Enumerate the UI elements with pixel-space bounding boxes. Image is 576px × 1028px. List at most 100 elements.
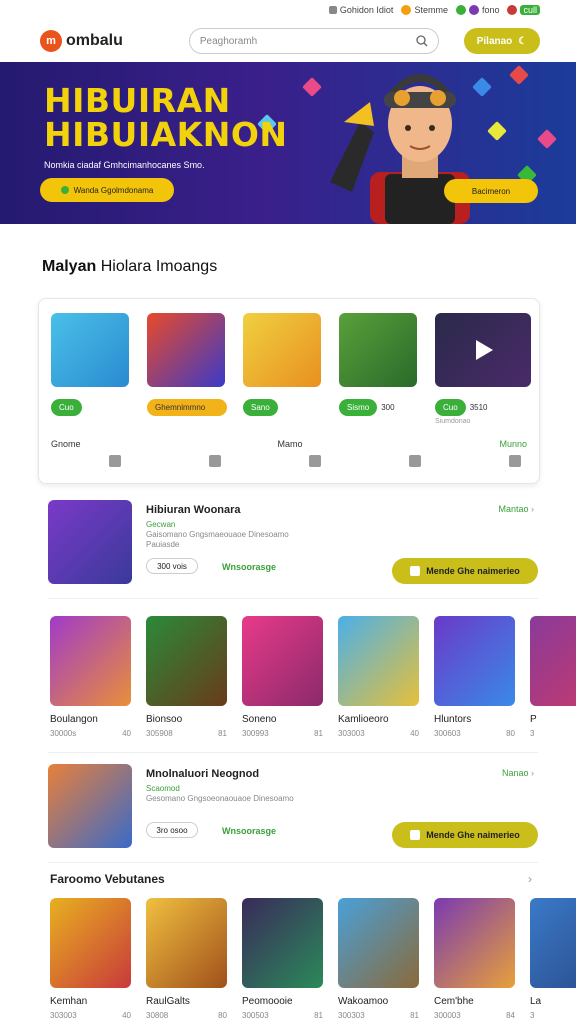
util-item[interactable]: fono <box>455 5 500 15</box>
price-badge: Sano <box>243 399 278 416</box>
gift-icon[interactable] <box>409 455 421 467</box>
hero-primary-button[interactable]: Wanda Ggolmdonama <box>40 178 174 202</box>
game-thumbnail[interactable] <box>339 313 417 387</box>
price-badge: Cuo <box>435 399 466 416</box>
chat-icon[interactable] <box>309 455 321 467</box>
game-card[interactable]: La 3 <box>530 898 576 1028</box>
panel-game-card[interactable]: Cuo <box>51 313 129 416</box>
share-icon[interactable] <box>109 455 121 467</box>
hero-secondary-button[interactable]: Bacimeron <box>444 179 538 203</box>
game-thumbnail[interactable] <box>434 898 515 988</box>
game-count: 30000s <box>50 729 77 738</box>
panel-note: Siumdonao <box>435 418 471 425</box>
window-icon <box>328 6 337 14</box>
featured-description: Gesomano Gngsoeonaouaoe Dinesoamo <box>146 794 294 803</box>
divider <box>48 862 538 863</box>
panel-game-card[interactable]: Sismo 300 <box>339 313 417 416</box>
game-thumbnail[interactable] <box>530 898 576 988</box>
game-count: 3 <box>530 1011 535 1020</box>
game-meta: 30000s 40 <box>50 729 131 738</box>
game-meta: 3 <box>530 1011 576 1020</box>
game-card[interactable]: Wakoamoo 300303 81 <box>338 898 419 1028</box>
game-thumbnail[interactable] <box>530 616 576 706</box>
game-thumbnail[interactable] <box>146 616 227 706</box>
game-count: 303003 <box>50 1011 77 1020</box>
util-item[interactable]: cull <box>507 5 540 15</box>
game-name: RaulGalts <box>146 996 190 1007</box>
price-side-label: 300 <box>381 403 395 412</box>
util-item[interactable]: Gohidon Idiot <box>328 5 393 15</box>
gem-icon <box>509 65 529 85</box>
more-icon[interactable] <box>509 455 521 467</box>
featured-more-link[interactable]: Nanao › <box>502 768 534 778</box>
game-card[interactable]: P3 <box>530 616 576 746</box>
chevron-right-icon[interactable]: › <box>528 872 532 886</box>
logo-mark: m <box>40 30 62 52</box>
game-card[interactable]: RaulGalts 30808 80 <box>146 898 227 1028</box>
search-icon[interactable] <box>416 35 428 47</box>
featured-thumbnail[interactable] <box>48 764 132 848</box>
game-thumbnail[interactable] <box>147 313 225 387</box>
more-label: Nanao <box>501 768 529 778</box>
header-cta-button[interactable]: Pilanao ☾ <box>464 28 540 54</box>
featured-count-pill: 3ro osoo <box>146 822 198 838</box>
game-card[interactable]: Boulangon 30000s 40 <box>50 616 131 746</box>
game-thumbnail[interactable] <box>434 616 515 706</box>
game-thumbnail[interactable] <box>242 616 323 706</box>
game-thumbnail[interactable] <box>338 616 419 706</box>
game-card[interactable]: Bionsoo 305908 81 <box>146 616 227 746</box>
game-card[interactable]: Kamlioeoro 303003 40 <box>338 616 419 746</box>
game-count: 300993 <box>242 729 269 738</box>
game-card[interactable]: Hluntors 300603 80 <box>434 616 515 746</box>
game-thumbnail[interactable] <box>51 313 129 387</box>
avatar <box>468 5 479 15</box>
featured-thumbnail[interactable] <box>48 500 132 584</box>
section-title: Malyan Hiolara Imoangs <box>42 258 217 276</box>
util-item[interactable]: Stemme <box>401 5 448 15</box>
game-count: 3 <box>530 729 535 738</box>
featured-title[interactable]: Mnolnaluori Neognod <box>146 768 259 780</box>
play-icon[interactable] <box>470 337 496 363</box>
logo[interactable]: m ombalu <box>40 30 123 52</box>
status-icon <box>455 5 466 15</box>
search-input[interactable]: Peaghoramh <box>188 28 439 54</box>
game-card[interactable]: Cem'bhe 300003 84 <box>434 898 515 1028</box>
util-label: Stemme <box>414 5 448 15</box>
price-badge: Cuo <box>51 399 82 416</box>
video-thumbnail[interactable] <box>435 313 531 387</box>
more-label: Mantao <box>498 504 529 514</box>
featured-cta-button[interactable]: Mende Ghe naimerieo <box>392 558 538 584</box>
featured-title[interactable]: Hibiuran Woonara <box>146 504 241 516</box>
game-thumbnail[interactable] <box>243 313 321 387</box>
featured-game-row: Mnolnaluori Neognod Scaomod Gesomano Gng… <box>48 764 538 850</box>
panel-game-card[interactable]: Cuo 3510 Siumdonao <box>435 313 531 425</box>
util-label: fono <box>481 5 500 15</box>
play-icon <box>60 186 69 194</box>
game-thumbnail[interactable] <box>242 898 323 988</box>
game-thumbnail[interactable] <box>338 898 419 988</box>
panel-game-card[interactable]: Ghemnimmno <box>147 313 227 416</box>
game-name: Peomoooie <box>242 996 293 1007</box>
panel-game-card[interactable]: Sano <box>243 313 321 416</box>
game-name: Bionsoo <box>146 714 183 725</box>
divider <box>48 752 538 753</box>
game-thumbnail[interactable] <box>50 898 131 988</box>
hero-subtitle: Nomkia ciadaf Gmhcimanhocanes Smo. <box>44 160 205 170</box>
image-icon[interactable] <box>209 455 221 467</box>
game-meta: 300993 81 <box>242 729 323 738</box>
featured-cta-button[interactable]: Mende Ghe naimerieo <box>392 822 538 848</box>
game-count: 300603 <box>434 729 461 738</box>
game-thumbnail[interactable] <box>146 898 227 988</box>
game-grid: Kemhan 303003 40 RaulGalts 30808 80 Peomoooi… <box>50 898 576 1028</box>
game-card[interactable]: Peomoooie 300503 81 <box>242 898 323 1028</box>
game-tag: 80 <box>218 1011 227 1020</box>
game-tag: 81 <box>410 1011 419 1020</box>
game-card[interactable]: Kemhan 303003 40 <box>50 898 131 1028</box>
game-meta: 303003 40 <box>50 1011 131 1020</box>
game-thumbnail[interactable] <box>50 616 131 706</box>
game-card[interactable]: Soneno 300993 81 <box>242 616 323 746</box>
featured-count-pill: 300 vois <box>146 558 198 574</box>
featured-more-link[interactable]: Mantao › <box>498 504 534 514</box>
game-name: Wakoamoo <box>338 996 389 1007</box>
featured-description: Gaisomano Gngsmaeouaoe Dinesoamo <box>146 530 289 539</box>
